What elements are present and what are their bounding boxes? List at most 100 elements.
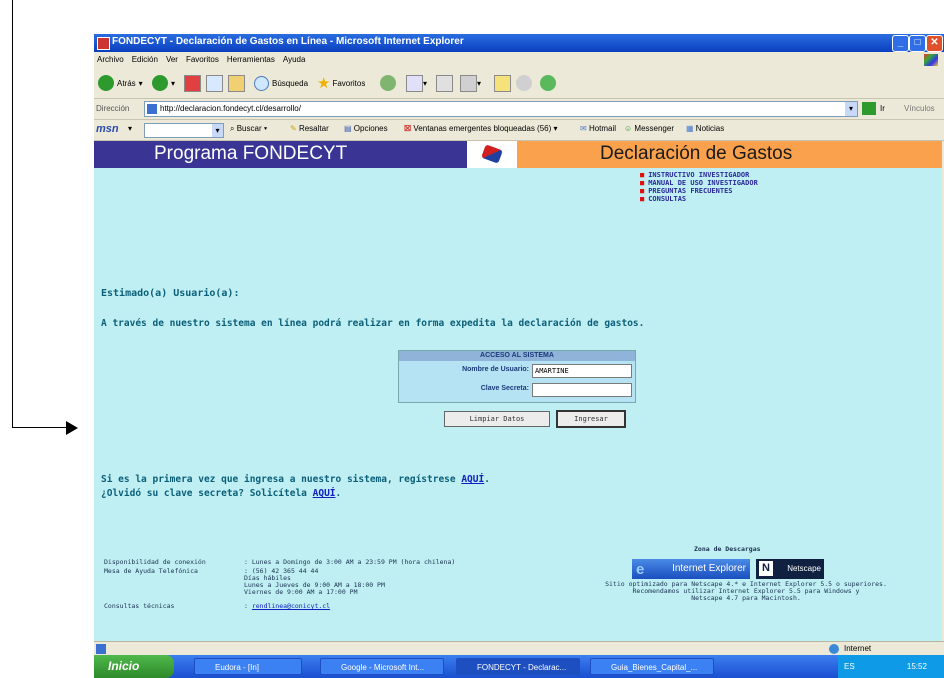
messenger-icon [540,75,556,91]
news-icon: ▦ [686,124,694,133]
window-title: FONDECYT - Declaración de Gastos en Líne… [112,36,464,47]
messenger-link[interactable]: ☺ Messenger [624,124,674,133]
forward-arrow-icon [152,75,168,91]
discuss-button[interactable] [494,74,511,92]
globe-icon [829,644,839,654]
refresh-button[interactable] [206,74,223,92]
hotmail-button[interactable]: ✉ Hotmail [580,124,616,133]
password-label: Clave Secreta: [480,385,529,392]
ie-download-badge[interactable]: e Internet Explorer [632,559,750,579]
stop-button[interactable] [184,74,201,92]
forward-button[interactable]: ▾ [152,75,175,91]
task-guia[interactable]: Guia_Bienes_Capital_... [590,658,714,675]
register-line: Si es la primera vez que ingresa a nuest… [101,474,490,485]
clear-button[interactable]: Limpiar Datos [444,411,550,427]
popup-blocker-button[interactable]: ☒ Ventanas emergentes bloqueadas (56) ▾ [404,124,558,133]
annotation-arrow-line [12,0,13,428]
username-input[interactable]: AMARTINE [532,364,632,378]
forgot-password-link[interactable]: AQUÍ [313,488,336,499]
help-link-consultas[interactable]: ■ CONSULTAS [640,195,758,203]
standard-toolbar: Atrás ▾ ▾ Búsqueda ★ Favoritos ▾ ▾ [94,68,944,99]
address-bar: Dirección http://declaracion.fondecyt.cl… [94,99,944,120]
menu-ayuda[interactable]: Ayuda [283,55,306,64]
netscape-download-badge[interactable]: N Netscape [756,559,824,579]
page-status-icon [96,644,106,654]
back-button[interactable]: Atrás ▾ [98,75,143,91]
availability-label: Disponibilidad de conexión [104,558,206,566]
search-icon: ⌕ [230,124,235,133]
language-indicator[interactable]: ES [844,662,855,671]
print-icon [436,74,453,92]
tech-contact: : rendlinea@conicyt.cl [244,602,331,610]
menu-favoritos[interactable]: Favoritos [186,55,219,64]
zone-label: Internet [844,644,872,653]
menu-herramientas[interactable]: Herramientas [227,55,275,64]
messenger-button[interactable] [540,75,556,91]
options-icon: ▤ [344,124,352,133]
helpdesk-line: Viernes de 9:00 AM a 17:00 PM [244,588,358,596]
tech-label: Consultas técnicas [104,602,175,610]
mail-button[interactable]: ▾ [406,74,427,92]
edit-button[interactable]: ▾ [460,74,481,92]
conicyt-logo [481,144,503,164]
msn-buscar-button[interactable]: ⌕ Buscar ▾ [230,124,267,134]
search-icon [254,75,269,91]
msn-logo[interactable]: msn [96,123,119,135]
highlighter-icon: ✎ [290,124,297,133]
clock: 15:52 [906,662,927,671]
banner-title-right: Declaración de Gastos [600,143,793,164]
login-header: ACCESO AL SISTEMA [399,351,635,361]
address-dropdown-arrow-icon[interactable]: ▾ [845,102,857,116]
home-button[interactable] [228,74,245,92]
help-link-instructivo[interactable]: ■ INSTRUCTIVO INVESTIGADOR [640,171,758,179]
menu-edicion[interactable]: Edición [132,55,158,64]
annotation-arrow-head [66,421,78,435]
favorites-button[interactable]: ★ Favoritos [317,75,365,92]
minimize-button[interactable]: _ [892,35,909,52]
msn-search-input[interactable]: ▾ [144,123,224,138]
page-icon [147,104,157,114]
popup-blocked-icon: ☒ [404,124,412,133]
banner-logo-area [467,141,517,168]
password-input[interactable] [532,383,632,397]
address-label: Dirección [96,104,130,113]
msn-dropdown-icon[interactable]: ▾ [128,124,132,133]
username-label: Nombre de Usuario: [462,366,529,373]
compat-line: Netscape 4.7 para Macintosh. [691,594,801,602]
task-fondecyt[interactable]: FONDECYT - Declarac... [456,658,580,675]
menu-bar: Archivo Edición Ver Favoritos Herramientas Ay… [94,52,944,68]
star-icon: ★ [317,75,331,92]
maximize-button[interactable]: □ [909,35,926,52]
links-label[interactable]: Vínculos [904,104,935,113]
menu-ver[interactable]: Ver [166,55,178,64]
register-link[interactable]: AQUÍ [461,474,484,485]
folder-icon [494,74,511,92]
research-button[interactable] [516,75,532,91]
help-link-faq[interactable]: ■ PREGUNTAS FRECUENTES [640,187,758,195]
msn-search-dropdown-icon[interactable]: ▾ [212,124,223,137]
print-button[interactable] [436,74,453,92]
help-link-manual[interactable]: ■ MANUAL DE USO INVESTIGADOR [640,179,758,187]
task-google[interactable]: Google - Microsoft Int... [320,658,444,675]
address-input[interactable]: http://declaracion.fondecyt.cl/desarroll… [144,101,858,117]
help-links: ■ INSTRUCTIVO INVESTIGADOR ■ MANUAL DE USO… [640,171,758,203]
menu-archivo[interactable]: Archivo [97,55,124,64]
noticias-button[interactable]: ▦ Noticias [686,124,724,133]
forgot-password-line: ¿Olvidó su clave secreta? Solicítela AQU… [101,488,342,499]
downloads-title: Zona de Descargas [694,545,761,553]
go-button[interactable]: Ir [880,104,885,113]
login-submit-button[interactable]: Ingresar [556,410,626,428]
go-arrow-icon[interactable] [862,102,876,115]
start-label: Inicio [108,659,140,673]
msn-opciones-button[interactable]: ▤ Opciones [344,124,388,133]
browser-window: FONDECYT - Declaración de Gastos en Líne… [94,34,944,678]
close-button[interactable]: ✕ [926,35,943,52]
msn-resaltar-button[interactable]: ✎ Resaltar [290,124,329,133]
task-eudora[interactable]: Eudora - [In] [194,658,302,675]
search-button[interactable]: Búsqueda [254,75,308,91]
page-content: Programa FONDECYT Declaración de Gastos … [94,141,942,641]
windows-logo-icon [924,54,938,66]
start-button[interactable]: Inicio [94,655,174,678]
history-button[interactable] [380,75,396,91]
tech-email-link[interactable]: rendlinea@conicyt.cl [252,602,330,610]
